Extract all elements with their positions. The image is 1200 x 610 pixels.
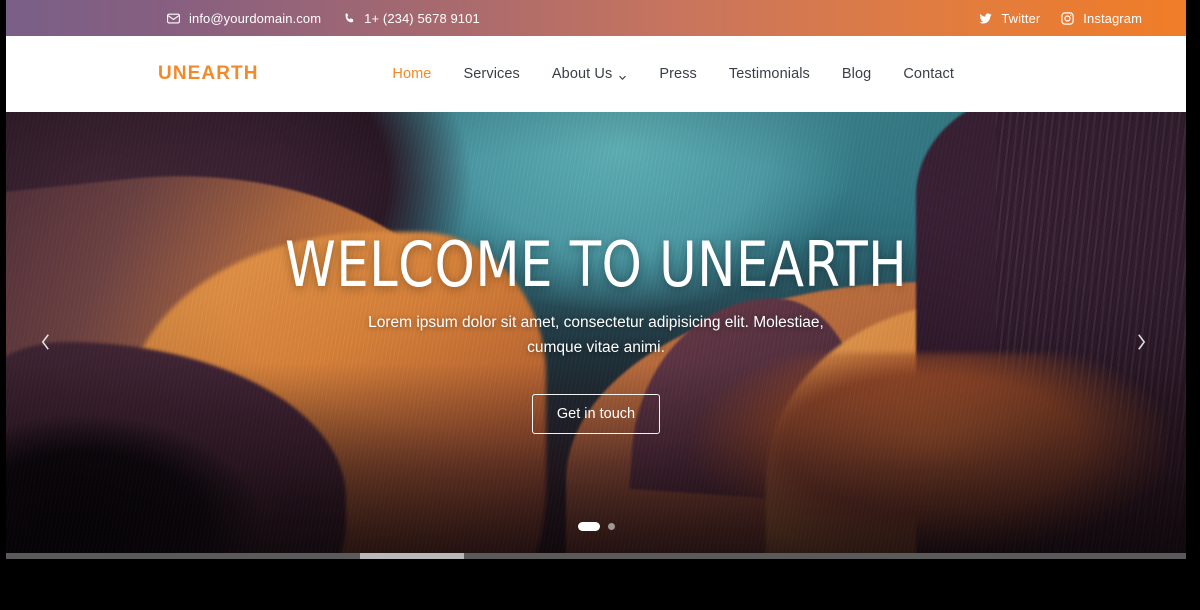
nav-label-services: Services	[463, 66, 520, 82]
email-text: info@yourdomain.com	[189, 10, 322, 26]
twitter-label: Twitter	[1001, 10, 1041, 26]
slider-dot-1[interactable]	[577, 522, 600, 531]
phone-text: 1+ (234) 5678 9101	[364, 10, 480, 26]
nav-item-contact[interactable]: Contact	[887, 66, 970, 82]
window-right-border	[1186, 0, 1200, 558]
nav-item-services[interactable]: Services	[447, 66, 535, 82]
nav-item-press[interactable]: Press	[643, 66, 713, 82]
hero-title: WELCOME TO UNEARTH	[284, 228, 908, 301]
chevron-right-icon	[1134, 332, 1149, 357]
nav-item-about-us[interactable]: About Us	[536, 66, 643, 82]
phone-link[interactable]: 1+ (234) 5678 9101	[343, 11, 480, 26]
nav-item-testimonials[interactable]: Testimonials	[713, 66, 826, 82]
hero-content: WELCOME TO UNEARTH Lorem ipsum dolor sit…	[6, 112, 1186, 553]
site-header: UNEARTH Home Services About Us Press Tes…	[6, 36, 1186, 112]
email-link[interactable]: info@yourdomain.com	[166, 11, 321, 26]
window-left-border	[0, 0, 6, 558]
chevron-down-icon	[618, 70, 627, 80]
chevron-left-icon	[38, 332, 53, 357]
nav-label-contact: Contact	[903, 66, 954, 82]
hero-slider: WELCOME TO UNEARTH Lorem ipsum dolor sit…	[6, 112, 1186, 553]
slider-prev-button[interactable]	[28, 327, 62, 361]
instagram-link[interactable]: Instagram	[1060, 11, 1142, 26]
page-viewport: info@yourdomain.com 1+ (234) 5678 9101 T…	[6, 0, 1186, 553]
main-navigation: Home Services About Us Press Testimonial…	[376, 66, 970, 82]
twitter-icon	[978, 11, 993, 26]
topbar-contact-group: info@yourdomain.com 1+ (234) 5678 9101	[166, 11, 480, 26]
nav-label-testimonials: Testimonials	[728, 66, 810, 82]
nav-item-blog[interactable]: Blog	[826, 66, 887, 82]
slider-next-button[interactable]	[1124, 327, 1158, 361]
nav-item-home[interactable]: Home	[376, 66, 447, 82]
site-logo[interactable]: UNEARTH	[158, 63, 259, 85]
envelope-icon	[166, 11, 181, 26]
get-in-touch-button[interactable]: Get in touch	[531, 394, 661, 435]
nav-label-about-us: About Us	[551, 66, 613, 82]
nav-label-home: Home	[392, 66, 432, 82]
nav-label-press: Press	[659, 66, 697, 82]
instagram-label: Instagram	[1083, 10, 1142, 26]
topbar-social-group: Twitter Instagram	[978, 11, 1142, 26]
twitter-link[interactable]: Twitter	[978, 11, 1040, 26]
phone-icon	[343, 12, 356, 25]
slider-pagination	[6, 522, 1186, 531]
browser-screen: info@yourdomain.com 1+ (234) 5678 9101 T…	[0, 0, 1200, 610]
hero-subtitle: Lorem ipsum dolor sit amet, consectetur …	[368, 314, 824, 357]
horizontal-scrollbar-thumb[interactable]	[360, 553, 464, 559]
instagram-icon	[1060, 11, 1075, 26]
horizontal-scrollbar[interactable]	[6, 553, 1186, 559]
slider-dot-2[interactable]	[607, 523, 615, 530]
nav-label-blog: Blog	[841, 66, 872, 82]
top-utility-bar: info@yourdomain.com 1+ (234) 5678 9101 T…	[6, 0, 1186, 36]
